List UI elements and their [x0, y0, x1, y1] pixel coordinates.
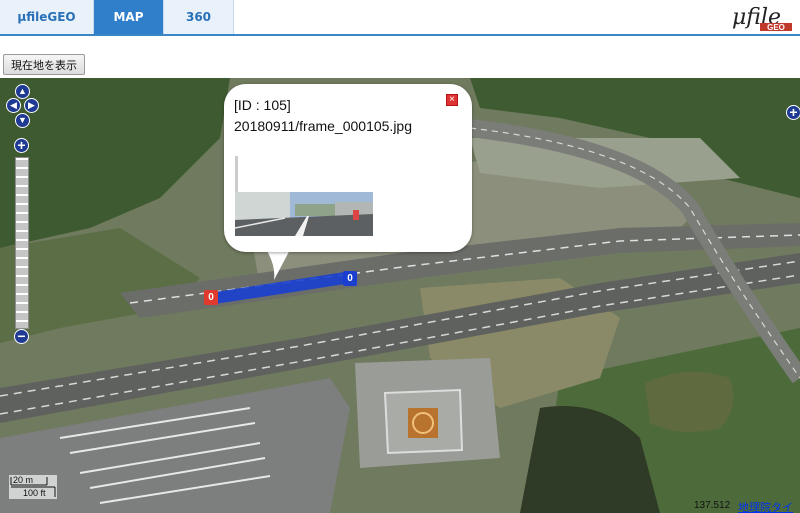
- popup-id-text: [ID : 105]: [234, 97, 291, 113]
- map-scale: 20 m 100 ft: [9, 475, 57, 499]
- thumbnail-left-edge: [235, 156, 238, 192]
- zoom-slider[interactable]: [15, 157, 29, 329]
- map-attribution-link[interactable]: 地理院タイル: [738, 499, 800, 513]
- toolbar: 現在地を表示: [0, 38, 800, 78]
- header: μfileGEO MAP 360 μfile GEO: [0, 0, 800, 36]
- tab-mufilegeo[interactable]: μfileGEO: [0, 0, 94, 34]
- map-view[interactable]: ▲ ◀ ▶ ▼ + − + 0 0 [ID : 105] 20180911/fr…: [0, 78, 800, 513]
- tab-360[interactable]: 360: [164, 0, 234, 34]
- tab-map[interactable]: MAP: [94, 0, 164, 34]
- photo-thumbnail[interactable]: [235, 192, 373, 236]
- end-marker[interactable]: 0: [343, 271, 357, 286]
- show-current-location-button[interactable]: 現在地を表示: [3, 54, 85, 75]
- svg-text:GEO: GEO: [767, 23, 785, 32]
- pan-down-button[interactable]: ▼: [15, 113, 30, 128]
- popup-close-button[interactable]: ×: [446, 94, 458, 106]
- zoom-out-button[interactable]: −: [14, 329, 29, 344]
- coordinate-readout: 137.512: [694, 500, 731, 511]
- mufile-geo-logo: μfile GEO: [732, 5, 792, 32]
- photo-popup: [ID : 105] 20180911/frame_000105.jpg ×: [224, 84, 472, 252]
- scale-meters-label: 20 m: [13, 475, 34, 485]
- popup-file-name: 20180911/frame_000105.jpg: [234, 118, 413, 134]
- pan-up-button[interactable]: ▲: [15, 84, 30, 99]
- layer-switcher-button[interactable]: +: [786, 105, 800, 120]
- pan-right-button[interactable]: ▶: [24, 98, 39, 113]
- start-marker[interactable]: 0: [204, 290, 218, 305]
- scale-feet-label: 100 ft: [23, 488, 46, 498]
- pan-left-button[interactable]: ◀: [6, 98, 21, 113]
- zoom-in-button[interactable]: +: [14, 138, 29, 153]
